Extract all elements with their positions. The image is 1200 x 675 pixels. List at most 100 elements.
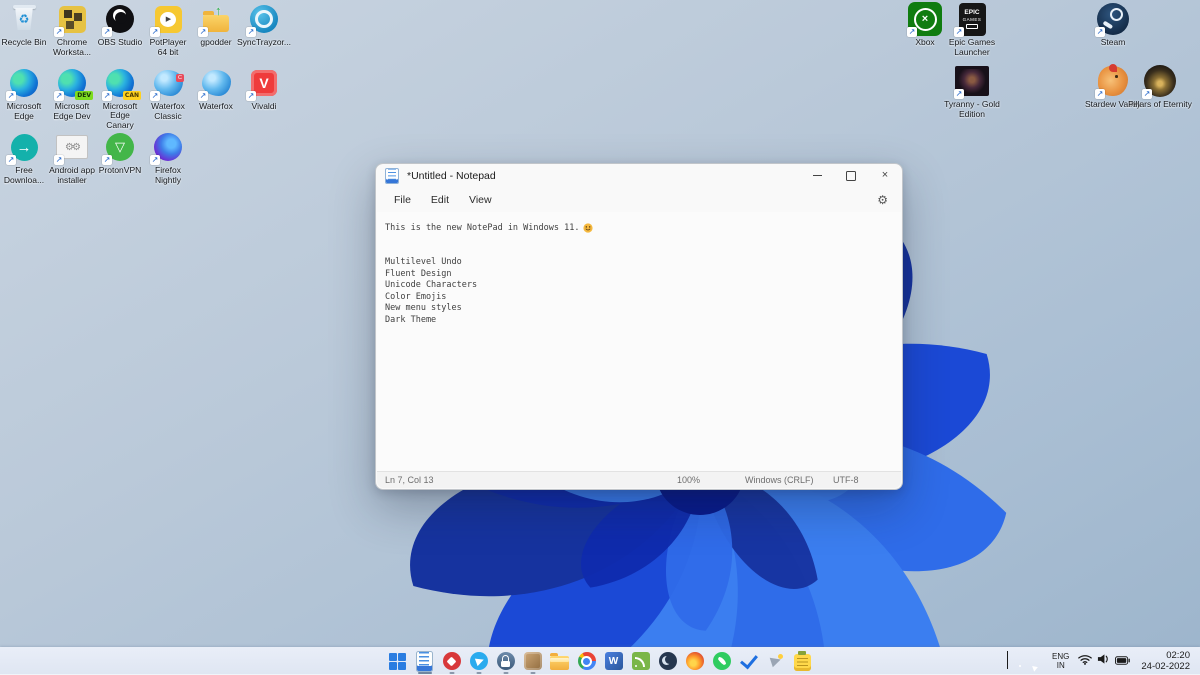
battery-icon[interactable] — [1115, 652, 1130, 670]
taskbar-item-feed[interactable] — [627, 647, 654, 675]
taskbar-item-vault[interactable] — [519, 647, 546, 675]
desktop-icon-free-downloa[interactable]: →↗Free Downloa... — [0, 130, 48, 194]
notepad-icon — [413, 649, 437, 673]
shortcut-arrow-icon: ↗ — [246, 91, 256, 101]
desktop-icon-protonvpn[interactable]: ▽↗ ProtonVPN — [96, 130, 144, 194]
taskbar-item-keepass[interactable] — [492, 647, 519, 675]
desktop-icon-label: Pillars of Eternity — [1128, 100, 1192, 110]
notepad-text-line — [385, 245, 893, 257]
volume-icon[interactable] — [1097, 652, 1110, 670]
line-text: New menu styles — [385, 303, 462, 313]
desktop-icon-gpodder[interactable]: ↑↗gpodder — [192, 2, 240, 66]
desktop-icon-synctrayzor[interactable]: ↗SyncTrayzor... — [240, 2, 288, 66]
taskbar-item-notes[interactable] — [789, 647, 816, 675]
clock[interactable]: 02:20 24-02-2022 — [1141, 650, 1190, 672]
taskbar-item-whatsapp[interactable] — [708, 647, 735, 675]
desktop-icon-microsoft-edge-canary[interactable]: CAN↗Microsoft Edge Canary — [96, 66, 144, 130]
desktop-icon-tyranny-gold-edition[interactable]: ↗Tyranny - Gold Edition — [937, 64, 1007, 119]
taskbar-item-share[interactable] — [762, 647, 789, 675]
taskbar-item-notepad[interactable] — [411, 647, 438, 675]
language-indicator[interactable]: ENG IN — [1052, 652, 1069, 670]
desktop-icon-microsoft-edge-dev[interactable]: DEV↗Microsoft Edge Dev — [48, 66, 96, 130]
desktop-icon-pillars-of-eternity[interactable]: ↗Pillars of Eternity — [1125, 64, 1195, 110]
desktop-icon-epic-games-launcher[interactable]: EPICGAMES↗Epic Games Launcher — [937, 2, 1007, 57]
obs-studio-icon: ↗ — [103, 2, 137, 36]
taskbar-item-firefox[interactable] — [681, 647, 708, 675]
taskbar-item-chat[interactable] — [654, 647, 681, 675]
chrome-icon — [575, 649, 599, 673]
menu-edit[interactable]: Edit — [421, 191, 459, 209]
taskbar-item-explorer[interactable] — [546, 647, 573, 675]
notepad-text-line: Multilevel Undo — [385, 257, 893, 269]
line-text — [385, 234, 390, 244]
desktop-icon-vivaldi[interactable]: V↗Vivaldi — [240, 66, 288, 130]
shortcut-arrow-icon: ↗ — [150, 155, 160, 165]
line-text: This is the new NotePad in Windows 11. — [385, 223, 579, 233]
shortcut-arrow-icon: ↗ — [6, 91, 16, 101]
zoom-level[interactable]: 100% — [677, 475, 700, 485]
line-text: Unicode Characters — [385, 280, 477, 290]
start-icon — [386, 649, 410, 673]
edge-canary-icon: CAN↗ — [103, 66, 137, 100]
system-status-icons[interactable] — [1078, 652, 1130, 670]
notepad-window: *Untitled - Notepad × FileEditView ⚙ Thi… — [375, 163, 903, 490]
desktop-icon-chrome-worksta[interactable]: ↗Chrome Worksta... — [48, 2, 96, 66]
language-line2: IN — [1057, 661, 1065, 670]
smiley-emoji — [583, 223, 593, 233]
notepad-text-area[interactable]: This is the new NotePad in Windows 11. M… — [377, 212, 901, 472]
firefox-icon — [683, 649, 707, 673]
taskbar-item-telegram[interactable] — [465, 647, 492, 675]
maximize-button[interactable] — [834, 164, 868, 187]
minimize-button[interactable] — [800, 164, 834, 187]
close-button[interactable]: × — [868, 164, 902, 187]
line-ending[interactable]: Windows (CRLF) — [745, 475, 814, 485]
wifi-icon[interactable] — [1078, 652, 1092, 670]
menu-file[interactable]: File — [384, 191, 421, 209]
minimize-icon — [813, 175, 822, 176]
shortcut-arrow-icon: ↗ — [102, 155, 112, 165]
line-text: Dark Theme — [385, 315, 436, 325]
whatsapp-icon — [710, 649, 734, 673]
shortcut-arrow-icon: ↗ — [150, 91, 160, 101]
shortcut-arrow-icon: ↗ — [954, 89, 964, 99]
epic-icon: EPICGAMES↗ — [955, 2, 989, 36]
waterfox-classic-icon: C↗ — [151, 66, 185, 100]
desktop-icon-label: Microsoft Edge Canary — [96, 102, 144, 131]
desktop-icon-recycle-bin[interactable]: ♻Recycle Bin — [0, 2, 48, 66]
desktop-icon-obs-studio[interactable]: ↗OBS Studio — [96, 2, 144, 66]
encoding[interactable]: UTF-8 — [833, 475, 859, 485]
desktop-icon-waterfox[interactable]: ↗Waterfox — [192, 66, 240, 130]
desktop-icon-waterfox-classic[interactable]: C↗Waterfox Classic — [144, 66, 192, 130]
desktop-icon-android-app-installer[interactable]: ⚙⚙↗Android app installer — [48, 130, 96, 194]
taskbar-item-word[interactable]: W — [600, 647, 627, 675]
close-icon: × — [882, 170, 888, 181]
clock-date: 24-02-2022 — [1141, 661, 1190, 672]
chevron-up-icon[interactable] — [1007, 652, 1008, 670]
desktop-icon-steam[interactable]: ↗Steam — [1078, 2, 1148, 48]
taskbar-item-red-app[interactable] — [438, 647, 465, 675]
desktop-icon-potplayer-64-bit[interactable]: ▶↗PotPlayer 64 bit — [144, 2, 192, 66]
desktop-icon-label: Microsoft Edge — [0, 102, 48, 121]
system-tray: ENG IN 02:20 24-02-2022 — [1007, 647, 1200, 675]
notepad-text-line: Unicode Characters — [385, 280, 893, 292]
taskbar-item-chrome[interactable] — [573, 647, 600, 675]
menu-view[interactable]: View — [459, 191, 502, 209]
pillars-icon: ↗ — [1143, 64, 1177, 98]
notepad-menubar-items: FileEditView — [384, 191, 502, 209]
shortcut-arrow-icon: ↗ — [1142, 89, 1152, 99]
desktop-icon-label: SyncTrayzor... — [237, 38, 291, 48]
taskbar-item-check[interactable] — [735, 647, 762, 675]
shortcut-arrow-icon: ↗ — [198, 27, 208, 37]
notepad-text-line — [385, 234, 893, 246]
notes-icon — [791, 649, 815, 673]
settings-gear-icon[interactable]: ⚙ — [871, 193, 894, 207]
protonvpn-icon: ▽↗ — [103, 130, 137, 164]
notepad-titlebar[interactable]: *Untitled - Notepad × — [376, 164, 902, 187]
desktop-icon-firefox-nightly[interactable]: ↗Firefox Nightly — [144, 130, 192, 194]
desktop-icon-label: ProtonVPN — [99, 166, 142, 176]
desktop-icon-label: Microsoft Edge Dev — [48, 102, 96, 121]
tray-icons-slot — [1007, 652, 1043, 670]
shortcut-arrow-icon: ↗ — [54, 27, 64, 37]
desktop-icon-microsoft-edge[interactable]: ↗Microsoft Edge — [0, 66, 48, 130]
taskbar-item-start[interactable] — [384, 647, 411, 675]
